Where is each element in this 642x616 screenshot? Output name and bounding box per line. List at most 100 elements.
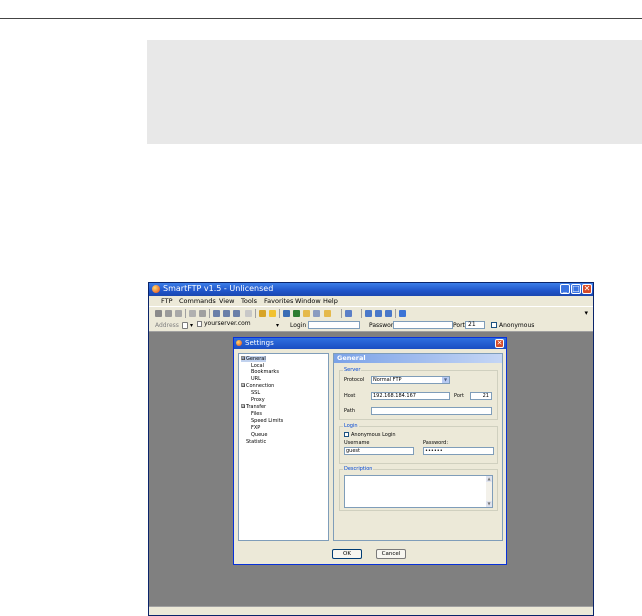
menu-favorites[interactable]: Favorites [264,297,293,305]
settings-icon [236,340,242,346]
toolbar-separator [279,309,280,318]
star-icon[interactable] [269,310,276,317]
help-icon[interactable] [399,310,406,317]
address-label: Address [155,322,179,329]
host-input[interactable]: 192.168.184.167 [371,392,450,400]
minimize-button[interactable]: _ [560,284,570,294]
menu-tools[interactable]: Tools [241,297,257,305]
tree-item-url[interactable]: URL [251,376,261,382]
window-titlebar[interactable]: SmartFTP v1.5 - Unlicensed _ □ ✕ [149,283,593,296]
tree-item-proxy[interactable]: Proxy [251,397,265,403]
ascii-icon[interactable] [245,310,252,317]
tree-item-queue[interactable]: Queue [251,432,267,438]
tree-item-label: General [246,356,266,362]
menu-bar: FTP Commands View Tools Favorites Window… [149,296,593,306]
dialog-close-button[interactable]: ✕ [495,339,504,348]
description-group: Description ▲ ▼ [339,466,498,511]
protocol-value: Normal FTP [373,377,402,383]
toolbar-separator [361,309,362,318]
tree-item-fxp[interactable]: FXP [251,425,260,431]
cascade-icon[interactable] [385,310,392,317]
tree-item-general[interactable]: ⊟General [241,356,266,362]
collapse-icon[interactable]: ⊟ [241,404,245,409]
username-input[interactable]: guest [344,447,414,455]
refresh-icon[interactable] [175,310,182,317]
scroll-up-icon[interactable]: ▲ [486,476,492,482]
page-banner-area [147,40,642,144]
menu-commands[interactable]: Commands [179,297,216,305]
login-input[interactable] [308,321,360,329]
port-label: Port [453,322,465,329]
favorites-icon[interactable] [259,310,266,317]
tree-item-statistic[interactable]: Statistic [246,439,266,445]
tree-item-connection[interactable]: ⊟Connection [241,383,274,389]
main-toolbar: ▾ [149,306,593,320]
port-input[interactable]: 21 [465,321,485,329]
tree-item-files[interactable]: Files [251,411,262,417]
list-icon[interactable] [233,310,240,317]
protocol-select[interactable]: Normal FTP ▼ [371,376,450,384]
toolbar-overflow-chevron-icon[interactable]: ▾ [584,309,588,317]
tree-item-transfer[interactable]: ⊟Transfer [241,404,266,410]
folder-icon[interactable] [303,310,310,317]
list-icon[interactable] [213,310,220,317]
window-icon[interactable] [345,310,352,317]
collapse-icon[interactable]: ⊟ [241,356,245,361]
tree-item-bookmarks[interactable]: Bookmarks [251,369,279,375]
password-input[interactable] [393,321,453,329]
description-textarea[interactable]: ▲ ▼ [344,475,493,508]
scroll-down-icon[interactable]: ▼ [486,501,492,507]
anonymous-label: Anonymous [499,322,535,329]
menu-window[interactable]: Window [295,297,321,305]
disconnect-icon[interactable] [165,310,172,317]
anonymous-login-checkbox[interactable] [344,432,349,437]
queue-icon[interactable] [199,310,206,317]
list-icon[interactable] [223,310,230,317]
maximize-button[interactable]: □ [571,284,581,294]
server-group: Server Protocol Normal FTP ▼ Host 192.16… [339,367,498,420]
toolbar-separator [395,309,396,318]
menu-help[interactable]: Help [323,297,338,305]
description-legend: Description [343,466,374,472]
port-label: Port [454,393,464,399]
login-password-input[interactable]: •••••• [423,447,494,455]
chevron-down-icon[interactable]: ▼ [442,377,449,383]
tree-item-label: Connection [246,383,275,389]
login-legend: Login [343,423,359,429]
address-input[interactable]: yourserver.com [195,321,283,329]
dialog-title: Settings [245,339,274,347]
anonymous-checkbox[interactable] [491,322,497,328]
tile-icon[interactable] [365,310,372,317]
address-dropdown-icon[interactable]: ▾ [276,322,279,329]
username-label: Username [344,440,370,446]
path-input[interactable] [371,407,492,415]
collapse-icon[interactable]: ⊟ [241,383,245,388]
folder-icon[interactable] [324,310,331,317]
view-icon[interactable] [313,310,320,317]
status-bar [149,606,593,615]
save-icon[interactable] [283,310,290,317]
path-label: Path [344,408,355,414]
app-icon [152,285,160,293]
close-button[interactable]: ✕ [582,284,592,294]
transfer-icon[interactable] [189,310,196,317]
description-scrollbar[interactable]: ▲ ▼ [486,476,492,507]
cancel-button[interactable]: Cancel [376,549,406,559]
tree-item-speed-limits[interactable]: Speed Limits [251,418,283,424]
document-icon [197,321,202,327]
port-input[interactable]: 21 [470,392,492,400]
stop-icon[interactable] [293,310,300,317]
menu-view[interactable]: View [219,297,234,305]
toolbar-separator [185,309,186,318]
host-label: Host [344,393,356,399]
menu-ftp[interactable]: FTP [161,297,173,305]
toolbar-separator [341,309,342,318]
ok-button[interactable]: OK [332,549,362,559]
chevron-down-icon[interactable]: ▾ [190,322,193,329]
tile-icon[interactable] [375,310,382,317]
dialog-titlebar[interactable]: Settings ✕ [234,338,506,349]
tree-item-ssl[interactable]: SSL [251,390,260,396]
address-bar: Address ▾ yourserver.com ▾ Login Passwor… [149,320,593,332]
connect-icon[interactable] [155,310,162,317]
panel-title: General [334,354,502,363]
